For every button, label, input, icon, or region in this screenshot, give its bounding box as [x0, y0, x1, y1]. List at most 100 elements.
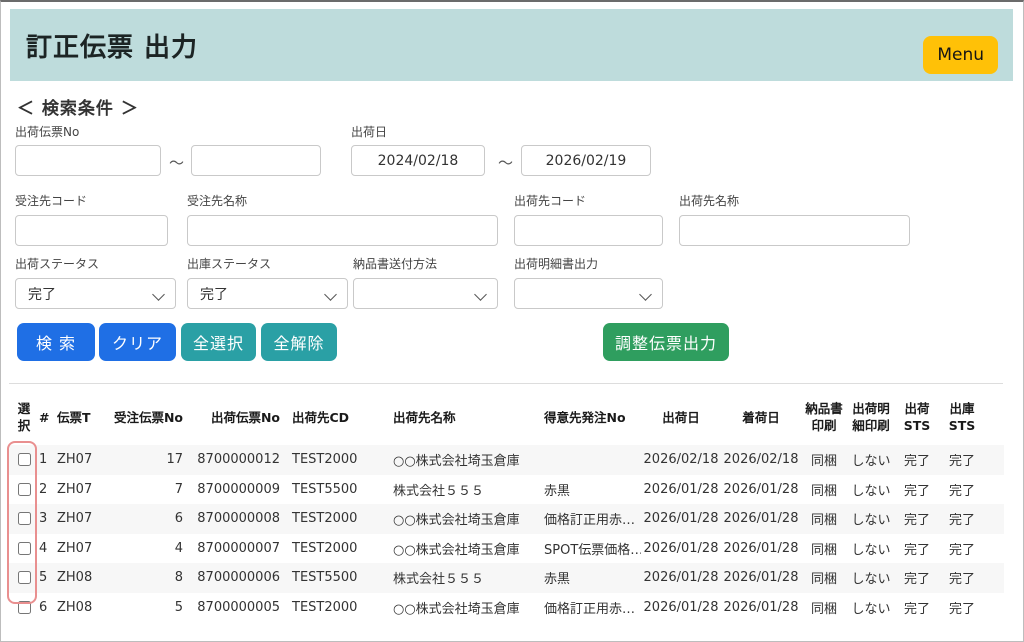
cell-shukkasaki-name: 株式会社５５５ [386, 568, 536, 587]
col-header-tokuisaki-hatchu-no: 得意先発注No [536, 410, 641, 427]
chevron-down-icon [474, 288, 487, 301]
outbound-status-select[interactable]: 完了 [187, 278, 348, 309]
tilde-separator: ～ [169, 152, 184, 173]
delivery-note-method-label: 納品書送付方法 [353, 255, 437, 272]
delivery-note-method-select[interactable] [353, 278, 498, 309]
cell-shukkasaki-cd: TEST2000 [286, 600, 386, 615]
orderer-code-label: 受注先コード [15, 192, 87, 209]
app-header: 訂正伝票 出力 Menu [10, 9, 1013, 81]
row-select-checkbox[interactable] [18, 571, 31, 584]
cell-shukkasaki-name: ○○株式会社埼玉倉庫 [386, 598, 536, 617]
cell-shukka-sts: 完了 [895, 568, 939, 587]
cell-nohinsho-insatsu: 同梱 [801, 539, 847, 558]
table-row: 1ZH07178700000012TEST2000○○株式会社埼玉倉庫2026/… [9, 445, 1004, 475]
col-header-shukkasaki-cd: 出荷先CD [286, 410, 386, 427]
cell-nohinsho-insatsu: 同梱 [801, 480, 847, 499]
cell-chakka-date: 2026/01/28 [721, 570, 801, 585]
cell-shukko-sts: 完了 [939, 539, 985, 558]
table-row: 2ZH0778700000009TEST5500株式会社５５５赤黒2026/01… [9, 475, 1004, 505]
menu-button[interactable]: Menu [923, 36, 998, 74]
col-header-select: 選 択 [9, 401, 39, 435]
deselect-all-button[interactable]: 全解除 [261, 323, 337, 361]
cell-juchu-denpyo-no: 17 [109, 452, 189, 467]
cell-row-number: 3 [39, 511, 57, 526]
shipping-detail-output-label: 出荷明細書出力 [514, 255, 598, 272]
col-header-shukka-sts: 出荷 STS [895, 401, 939, 435]
row-select-checkbox[interactable] [18, 601, 31, 614]
cell-shukkasaki-name: ○○株式会社埼玉倉庫 [386, 539, 536, 558]
ship-to-code-input[interactable] [514, 215, 663, 246]
shipping-date-to-input[interactable] [521, 145, 651, 176]
shipping-slip-no-from-input[interactable] [15, 145, 161, 176]
row-select-checkbox[interactable] [18, 542, 31, 555]
cell-shukka-date: 2026/01/28 [641, 570, 721, 585]
cell-chakka-date: 2026/01/28 [721, 541, 801, 556]
orderer-name-input[interactable] [187, 215, 498, 246]
shipping-slip-no-to-input[interactable] [191, 145, 321, 176]
shipping-slip-no-label: 出荷伝票No [15, 123, 79, 140]
cell-juchu-denpyo-no: 7 [109, 482, 189, 497]
ship-to-name-input[interactable] [679, 215, 910, 246]
orderer-code-input[interactable] [15, 215, 168, 246]
cell-shukka-date: 2026/01/28 [641, 541, 721, 556]
cell-shukka-date: 2026/02/18 [641, 452, 721, 467]
cell-row-number: 2 [39, 482, 57, 497]
select-all-button[interactable]: 全選択 [181, 323, 256, 361]
cell-tokuisaki-hatchu-no: 赤黒 [536, 568, 641, 587]
col-header-row-number: # [39, 410, 57, 427]
cell-denpyo-t: ZH07 [57, 452, 109, 467]
cell-shukka-date: 2026/01/28 [641, 600, 721, 615]
search-section-title: ＜ 検索条件 ＞ [17, 94, 139, 119]
correction-slip-output-page: 訂正伝票 出力 Menu ＜ 検索条件 ＞ 出荷伝票No ～ 出荷日 ～ 受注先… [0, 0, 1024, 642]
cell-meisai-insatsu: しない [847, 509, 895, 528]
cell-meisai-insatsu: しない [847, 568, 895, 587]
table-row: 6ZH0858700000005TEST2000○○株式会社埼玉倉庫価格訂正用赤… [9, 593, 1004, 623]
section-divider [9, 383, 1003, 384]
shipping-date-from-input[interactable] [351, 145, 485, 176]
ship-to-name-label: 出荷先名称 [679, 192, 739, 209]
outbound-status-label: 出庫ステータス [187, 255, 271, 272]
cell-shukkasaki-cd: TEST5500 [286, 482, 386, 497]
cell-tokuisaki-hatchu-no: 価格訂正用赤… [536, 598, 641, 617]
search-button[interactable]: 検 索 [17, 323, 95, 361]
cell-shukka-date: 2026/01/28 [641, 482, 721, 497]
row-select-checkbox[interactable] [18, 453, 31, 466]
outbound-status-value: 完了 [200, 284, 228, 304]
table-row: 3ZH0768700000008TEST2000○○株式会社埼玉倉庫価格訂正用赤… [9, 504, 1004, 534]
ship-to-code-label: 出荷先コード [514, 192, 586, 209]
cell-nohinsho-insatsu: 同梱 [801, 509, 847, 528]
chevron-down-icon [152, 288, 165, 301]
cell-nohinsho-insatsu: 同梱 [801, 568, 847, 587]
cell-juchu-denpyo-no: 8 [109, 570, 189, 585]
col-header-juchu-denpyo-no: 受注伝票No [109, 410, 189, 427]
row-select-checkbox[interactable] [18, 483, 31, 496]
shipping-status-label: 出荷ステータス [15, 255, 99, 272]
cell-tokuisaki-hatchu-no: SPOT伝票価格… [536, 539, 641, 558]
cell-meisai-insatsu: しない [847, 450, 895, 469]
cell-shukka-sts: 完了 [895, 598, 939, 617]
cell-meisai-insatsu: しない [847, 480, 895, 499]
cell-denpyo-t: ZH07 [57, 511, 109, 526]
shipping-status-value: 完了 [28, 284, 56, 304]
shipping-detail-output-select[interactable] [514, 278, 663, 309]
adjust-slip-output-button[interactable]: 調整伝票出力 [603, 323, 729, 361]
table-body: 1ZH07178700000012TEST2000○○株式会社埼玉倉庫2026/… [9, 445, 1004, 622]
cell-chakka-date: 2026/01/28 [721, 511, 801, 526]
clear-button[interactable]: クリア [99, 323, 176, 361]
cell-juchu-denpyo-no: 4 [109, 541, 189, 556]
chevron-down-icon [324, 288, 337, 301]
cell-shukko-sts: 完了 [939, 450, 985, 469]
cell-row-number: 5 [39, 570, 57, 585]
cell-denpyo-t: ZH08 [57, 600, 109, 615]
cell-shukkasaki-cd: TEST2000 [286, 541, 386, 556]
cell-shukka-sts: 完了 [895, 539, 939, 558]
shipping-status-select[interactable]: 完了 [15, 278, 176, 309]
chevron-down-icon [639, 288, 652, 301]
cell-shukkasaki-name: ○○株式会社埼玉倉庫 [386, 450, 536, 469]
cell-shukka-denpyo-no: 8700000005 [189, 600, 286, 615]
cell-shukkasaki-name: 株式会社５５５ [386, 480, 536, 499]
row-select-checkbox[interactable] [18, 512, 31, 525]
cell-denpyo-t: ZH07 [57, 541, 109, 556]
cell-shukka-denpyo-no: 8700000009 [189, 482, 286, 497]
cell-denpyo-t: ZH08 [57, 570, 109, 585]
